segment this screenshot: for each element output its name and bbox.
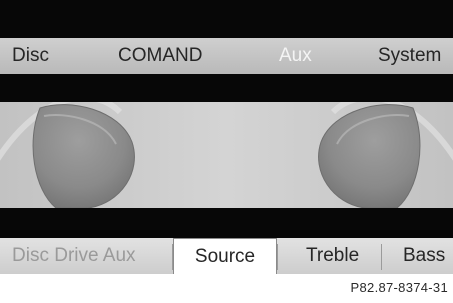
divider: [277, 244, 278, 270]
sub-item-source[interactable]: Source: [173, 238, 277, 274]
menu-item-comand[interactable]: COMAND: [118, 38, 202, 74]
main-menu-bar: Disc COMAND Aux System: [0, 38, 453, 74]
sub-item-treble[interactable]: Treble: [306, 238, 359, 274]
divider: [381, 244, 382, 270]
menu-item-aux[interactable]: Aux: [279, 38, 312, 74]
bottom-band: [0, 208, 453, 238]
sub-item-bass[interactable]: Bass: [403, 238, 445, 274]
middle-band: [0, 74, 453, 102]
headphones-icon: [0, 102, 453, 208]
figure-footer: P82.87-8374-31: [0, 274, 453, 303]
aux-screen: Disc COMAND Aux System Disc Drive Aux So…: [0, 0, 453, 303]
figure-reference: P82.87-8374-31: [350, 280, 448, 295]
top-band: [0, 0, 453, 38]
menu-item-system[interactable]: System: [378, 38, 441, 74]
sub-menu-bar: Disc Drive Aux Source Treble Bass: [0, 238, 453, 274]
menu-item-disc[interactable]: Disc: [12, 38, 49, 74]
aux-display-area: [0, 102, 453, 208]
sub-item-disc-drive-aux[interactable]: Disc Drive Aux: [12, 238, 136, 274]
